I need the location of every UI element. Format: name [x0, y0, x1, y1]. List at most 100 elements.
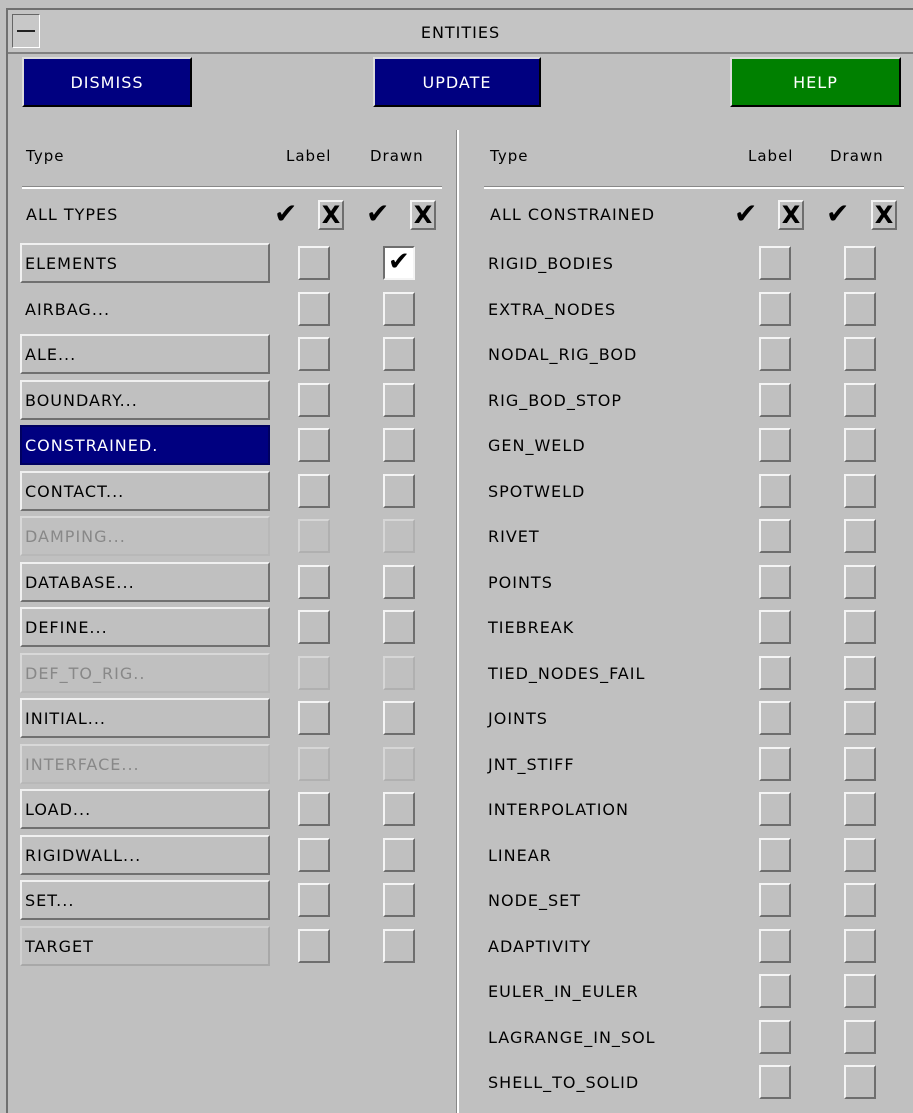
- label-checkbox[interactable]: [298, 428, 330, 462]
- type-button[interactable]: LOAD...: [20, 789, 270, 829]
- drawn-checkbox[interactable]: [844, 474, 876, 508]
- label-checkbox[interactable]: [759, 747, 791, 781]
- drawn-checkbox[interactable]: [383, 383, 415, 417]
- label-clear-all-icon[interactable]: X: [318, 200, 344, 230]
- drawn-checkbox[interactable]: [844, 337, 876, 371]
- drawn-checkbox[interactable]: [844, 610, 876, 644]
- drawn-checkbox[interactable]: [844, 838, 876, 872]
- drawn-checkbox[interactable]: [844, 519, 876, 553]
- type-button[interactable]: ELEMENTS: [20, 243, 270, 283]
- update-button[interactable]: UPDATE: [373, 57, 541, 107]
- type-button: DAMPING...: [20, 516, 270, 556]
- label-checkbox[interactable]: [759, 565, 791, 599]
- label-checkbox[interactable]: [759, 701, 791, 735]
- drawn-checkbox[interactable]: [383, 792, 415, 826]
- label-checkbox[interactable]: [298, 701, 330, 735]
- label-checkbox[interactable]: [298, 292, 330, 326]
- constrained-type-label: RIVET: [488, 526, 540, 546]
- drawn-checkbox[interactable]: [383, 474, 415, 508]
- drawn-checkbox[interactable]: [844, 292, 876, 326]
- label-checkbox[interactable]: [298, 883, 330, 917]
- label-checkbox[interactable]: [298, 474, 330, 508]
- drawn-checkbox[interactable]: [844, 1020, 876, 1054]
- right-label-check-all-icon[interactable]: ✔: [734, 197, 757, 231]
- label-checkbox[interactable]: [298, 246, 330, 280]
- drawn-checkbox: [383, 519, 415, 553]
- drawn-checkbox[interactable]: [844, 565, 876, 599]
- type-button[interactable]: ALE...: [20, 334, 270, 374]
- type-button[interactable]: DATABASE...: [20, 562, 270, 602]
- drawn-checkbox[interactable]: [844, 656, 876, 690]
- label-checkbox[interactable]: [298, 610, 330, 644]
- right-label-clear-all-icon[interactable]: X: [778, 200, 804, 230]
- drawn-checkbox[interactable]: [844, 883, 876, 917]
- drawn-checkbox[interactable]: [383, 428, 415, 462]
- label-checkbox[interactable]: [298, 929, 330, 963]
- type-button[interactable]: SET...: [20, 880, 270, 920]
- label-checkbox[interactable]: [759, 974, 791, 1008]
- drawn-checkbox[interactable]: [844, 747, 876, 781]
- right-drawn-clear-all-icon[interactable]: X: [871, 200, 897, 230]
- label-checkbox[interactable]: [298, 838, 330, 872]
- type-button[interactable]: INITIAL...: [20, 698, 270, 738]
- drawn-checkbox[interactable]: [383, 565, 415, 599]
- drawn-checkbox[interactable]: [844, 929, 876, 963]
- label-checkbox[interactable]: [759, 883, 791, 917]
- drawn-checkbox[interactable]: [844, 428, 876, 462]
- type-button[interactable]: CONTACT...: [20, 471, 270, 511]
- type-button[interactable]: AIRBAG...: [20, 289, 270, 329]
- constrained-type-label: SPOTWELD: [488, 481, 586, 501]
- label-checkbox[interactable]: [298, 337, 330, 371]
- drawn-checkbox[interactable]: [844, 1065, 876, 1099]
- label-checkbox[interactable]: [759, 656, 791, 690]
- dismiss-button[interactable]: DISMISS: [22, 57, 192, 107]
- drawn-checkbox[interactable]: [383, 838, 415, 872]
- label-checkbox[interactable]: [759, 246, 791, 280]
- drawn-checkbox[interactable]: [844, 246, 876, 280]
- label-checkbox[interactable]: [759, 929, 791, 963]
- help-button[interactable]: HELP: [730, 57, 901, 107]
- constrained-type-label: JOINTS: [488, 708, 548, 728]
- label-check-all-icon[interactable]: ✔: [274, 197, 297, 231]
- label-checkbox[interactable]: [759, 428, 791, 462]
- constrained-type-label: TIEBREAK: [488, 617, 575, 637]
- left-header-label: Label: [286, 147, 332, 165]
- drawn-clear-all-icon[interactable]: X: [410, 200, 436, 230]
- drawn-checkbox[interactable]: [844, 383, 876, 417]
- label-checkbox[interactable]: [759, 474, 791, 508]
- drawn-checkbox[interactable]: [383, 292, 415, 326]
- drawn-checkbox[interactable]: [383, 929, 415, 963]
- label-checkbox[interactable]: [759, 610, 791, 644]
- label-checkbox[interactable]: [759, 383, 791, 417]
- label-checkbox[interactable]: [759, 519, 791, 553]
- drawn-checkbox[interactable]: [383, 337, 415, 371]
- label-checkbox[interactable]: [298, 792, 330, 826]
- constrained-type-label: LINEAR: [488, 845, 552, 865]
- type-button[interactable]: RIGIDWALL...: [20, 835, 270, 875]
- drawn-check-all-icon[interactable]: ✔: [366, 197, 389, 231]
- drawn-checkbox[interactable]: [844, 792, 876, 826]
- type-button[interactable]: BOUNDARY...: [20, 380, 270, 420]
- constrained-type-label: POINTS: [488, 572, 553, 592]
- label-checkbox[interactable]: [759, 337, 791, 371]
- label-checkbox[interactable]: [759, 1065, 791, 1099]
- constrained-type-label: JNT_STIFF: [488, 754, 575, 774]
- drawn-checkbox[interactable]: [844, 701, 876, 735]
- label-checkbox[interactable]: [298, 383, 330, 417]
- label-checkbox[interactable]: [759, 292, 791, 326]
- drawn-checkbox[interactable]: [383, 610, 415, 644]
- type-button[interactable]: DEFINE...: [20, 607, 270, 647]
- label-checkbox[interactable]: [759, 838, 791, 872]
- drawn-checkbox[interactable]: [844, 974, 876, 1008]
- label-checkbox: [298, 656, 330, 690]
- drawn-checkbox[interactable]: [383, 883, 415, 917]
- label-checkbox[interactable]: [759, 792, 791, 826]
- drawn-checkbox[interactable]: [383, 246, 415, 280]
- drawn-checkbox[interactable]: [383, 701, 415, 735]
- type-button[interactable]: TARGET: [20, 926, 270, 966]
- type-button[interactable]: CONSTRAINED.: [20, 425, 270, 465]
- right-drawn-check-all-icon[interactable]: ✔: [826, 197, 849, 231]
- drawn-checkbox: [383, 656, 415, 690]
- label-checkbox[interactable]: [298, 565, 330, 599]
- label-checkbox[interactable]: [759, 1020, 791, 1054]
